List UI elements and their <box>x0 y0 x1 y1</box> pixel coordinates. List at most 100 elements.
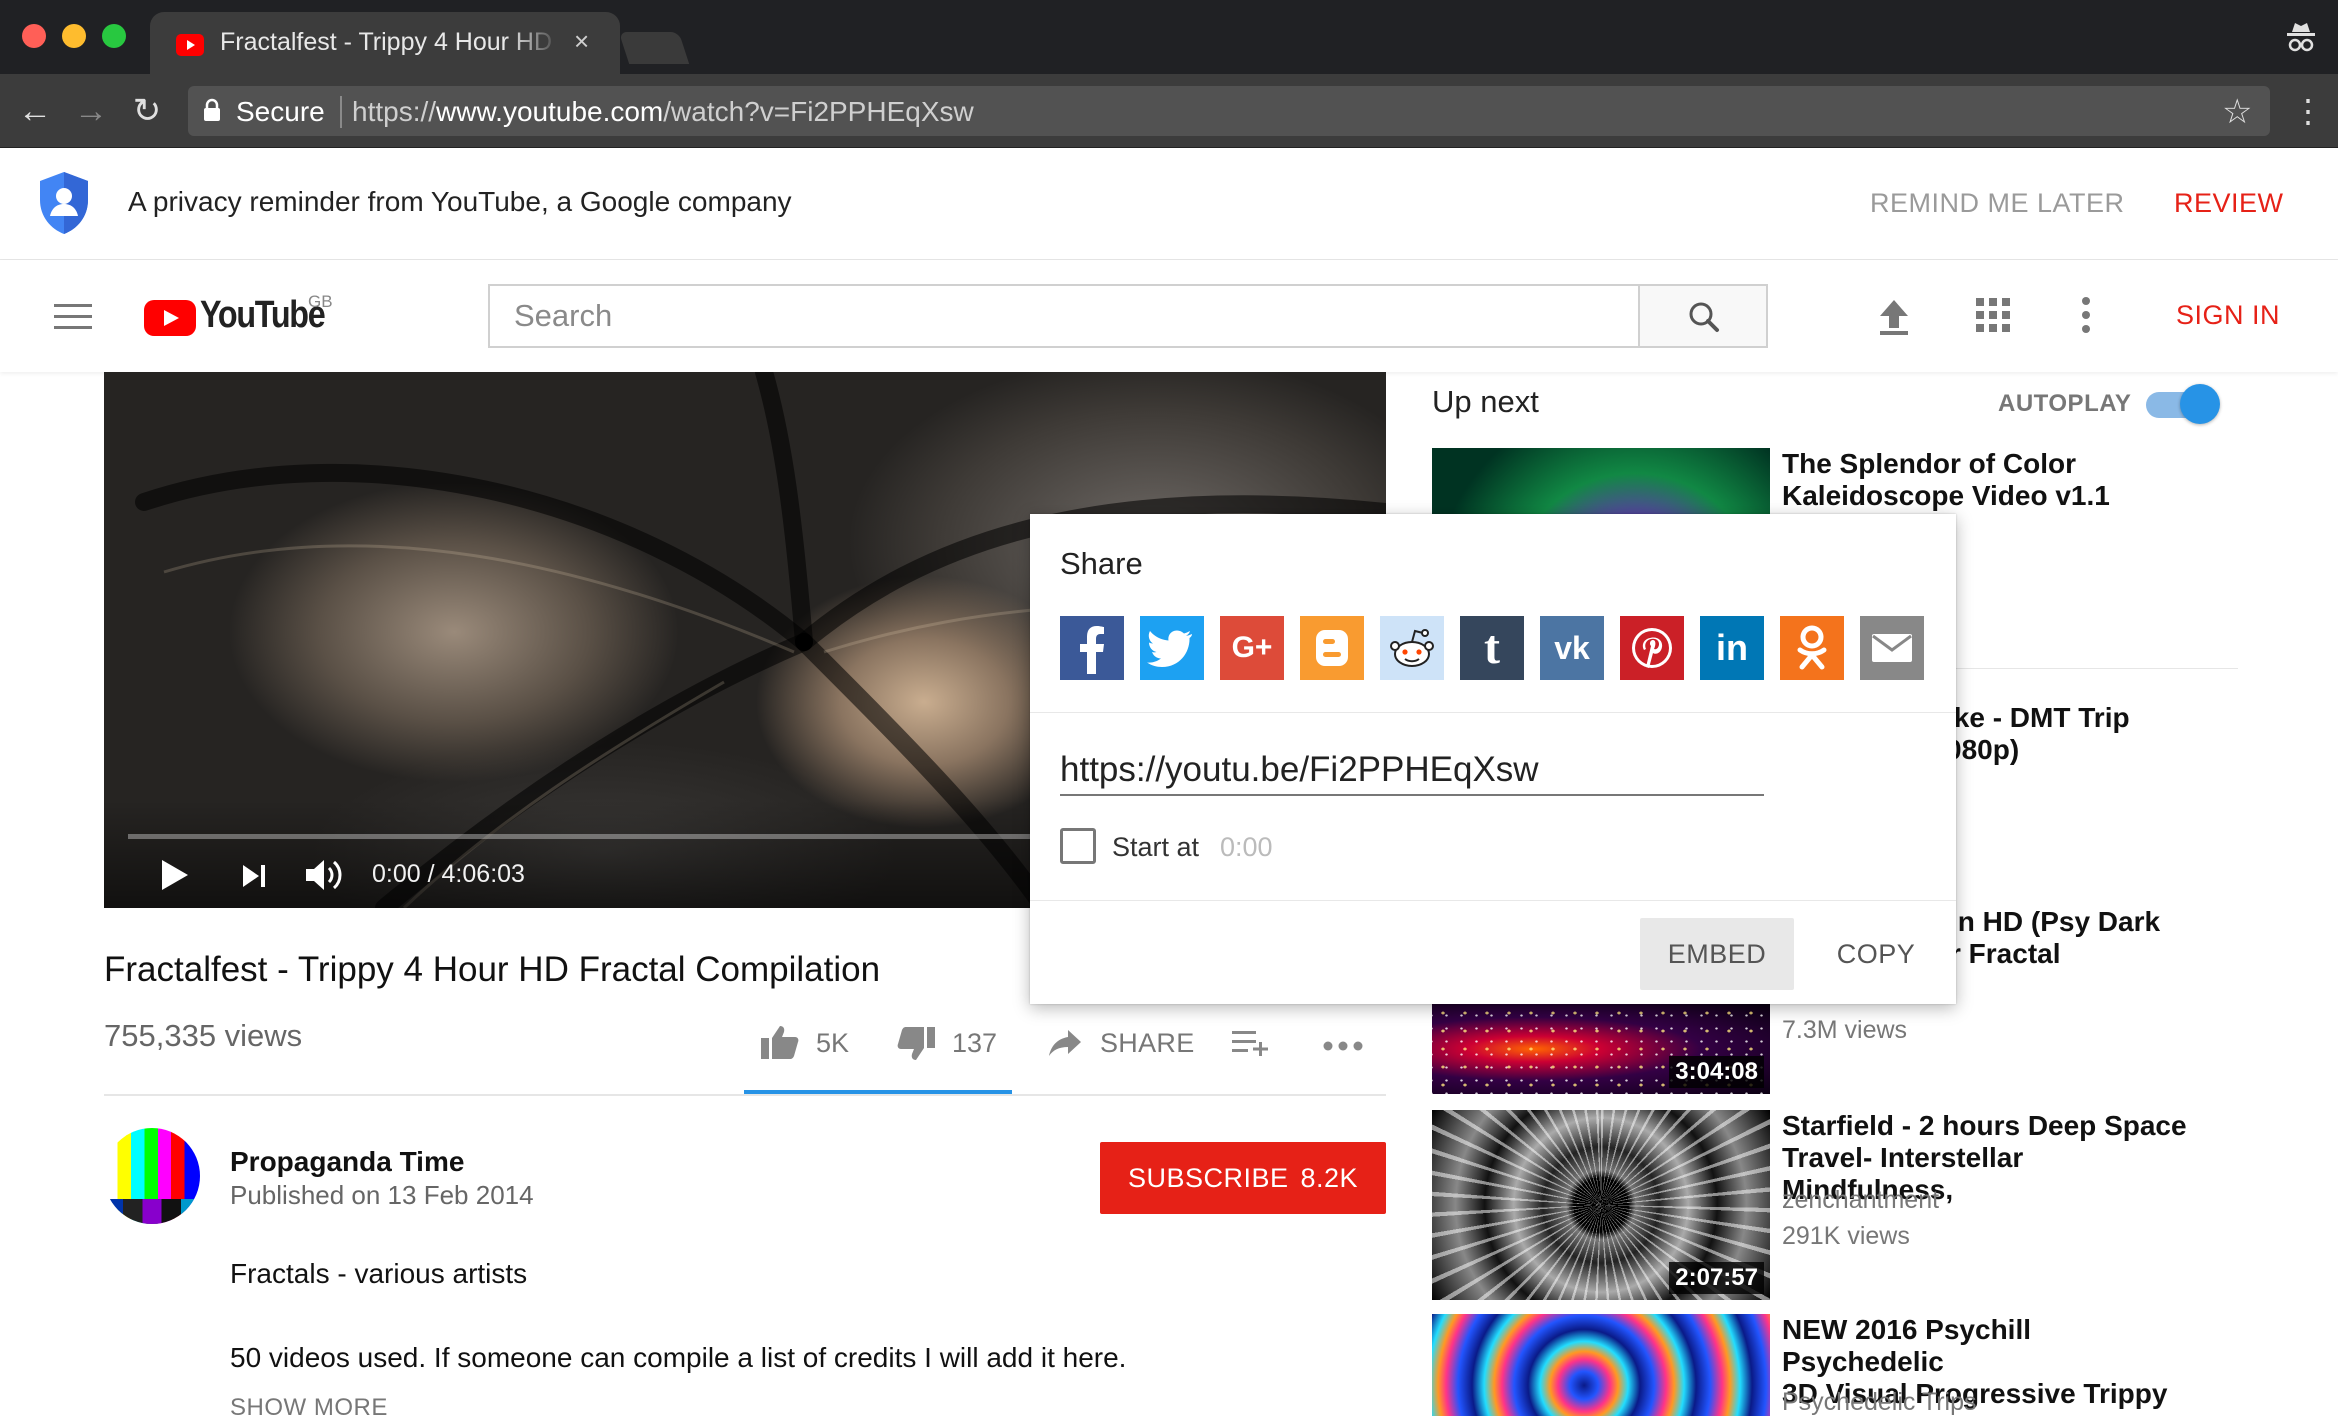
review-button[interactable]: REVIEW <box>2174 188 2284 219</box>
start-at-checkbox[interactable] <box>1060 828 1096 864</box>
autoplay-label: AUTOPLAY <box>1998 390 2132 417</box>
related-video-channel[interactable]: Psychedelic Trips <box>1782 1388 1977 1416</box>
play-icon[interactable] <box>160 858 190 892</box>
share-arrow-icon[interactable] <box>1048 1028 1082 1058</box>
address-divider <box>340 96 342 128</box>
browser-menu-icon[interactable]: ⋮ <box>2292 92 2324 130</box>
autoplay-toggle-knob[interactable] <box>2180 384 2220 424</box>
shield-icon <box>40 172 88 234</box>
incognito-icon <box>2287 23 2315 52</box>
url-scheme: https:// <box>352 96 437 127</box>
thumbs-down-icon[interactable] <box>896 1026 936 1062</box>
title-line: in HD (Psy Dark <box>1950 906 2161 937</box>
title-line: ike - DMT Trip <box>1946 702 2130 733</box>
remind-me-later-button[interactable]: REMIND ME LATER <box>1870 188 2125 219</box>
linkedin-share-button[interactable]: in <box>1700 616 1764 680</box>
forward-button[interactable]: → <box>68 88 114 134</box>
related-video-title[interactable]: ike - DMT Trip 080p) <box>1946 702 2246 766</box>
search-button[interactable] <box>1638 284 1768 348</box>
embed-button[interactable]: EMBED <box>1640 918 1794 990</box>
share-button[interactable]: SHARE <box>1100 1028 1195 1059</box>
video-thumbnail[interactable]: 3:04:08 <box>1432 1004 1770 1094</box>
url-path: /watch?v=Fi2PPHEqXsw <box>663 96 974 127</box>
share-divider <box>1030 900 1956 901</box>
video-title: Fractalfest - Trippy 4 Hour HD Fractal C… <box>104 950 881 989</box>
related-video-channel[interactable]: zenchantment <box>1782 1186 1939 1215</box>
channel-avatar[interactable] <box>104 1128 200 1224</box>
twitter-share-button[interactable] <box>1140 616 1204 680</box>
youtube-logo-text[interactable]: YouTube <box>200 294 326 337</box>
publish-date: Published on 13 Feb 2014 <box>230 1180 534 1210</box>
youtube-logo-icon[interactable] <box>144 300 196 336</box>
reddit-icon <box>1380 616 1444 680</box>
more-actions-icon[interactable] <box>1322 1040 1364 1052</box>
facebook-share-button[interactable] <box>1060 616 1124 680</box>
odnoklassniki-share-button[interactable] <box>1780 616 1844 680</box>
player-progress-bar[interactable] <box>128 834 1128 839</box>
search-icon <box>1689 302 1719 332</box>
description-line: Fractals - various artists <box>230 1258 528 1289</box>
add-to-playlist-icon[interactable] <box>1232 1028 1272 1058</box>
apps-grid-icon[interactable] <box>1976 298 2010 332</box>
email-share-button[interactable] <box>1860 616 1924 680</box>
hamburger-menu-icon[interactable] <box>54 304 92 330</box>
maximize-window-button[interactable] <box>102 24 126 48</box>
reload-button[interactable]: ↻ <box>124 88 170 134</box>
facebook-icon <box>1060 616 1124 680</box>
blogger-share-button[interactable] <box>1300 616 1364 680</box>
bookmark-star-icon[interactable]: ☆ <box>2222 92 2252 132</box>
up-next-heading: Up next <box>1432 384 1539 419</box>
region-code: GB <box>308 292 333 311</box>
video-duration: 3:04:08 <box>1669 1056 1764 1088</box>
secure-label: Secure <box>236 96 325 127</box>
start-at-time[interactable]: 0:00 <box>1220 832 1273 863</box>
vk-icon: vk <box>1554 630 1590 666</box>
description-line: 50 videos used. If someone can compile a… <box>230 1342 1127 1373</box>
like-count: 5K <box>816 1028 850 1058</box>
volume-icon[interactable] <box>304 856 344 894</box>
show-more-button[interactable]: SHOW MORE <box>230 1394 388 1416</box>
share-url-field[interactable] <box>1060 746 1764 796</box>
url-text[interactable]: https://www.youtube.com/watch?v=Fi2PPHEq… <box>352 96 974 128</box>
back-button[interactable]: ← <box>12 88 58 134</box>
title-line: Starfield - 2 hours Deep Space <box>1782 1110 2187 1141</box>
title-line: 080p) <box>1946 734 2020 765</box>
google-plus-share-button[interactable]: G+ <box>1220 616 1284 680</box>
new-tab-button[interactable] <box>618 32 690 64</box>
player-time: 0:00 / 4:06:03 <box>372 860 525 889</box>
next-video-icon[interactable] <box>240 862 268 890</box>
dislike-count: 137 <box>952 1028 998 1058</box>
pinterest-share-button[interactable] <box>1620 616 1684 680</box>
google-plus-icon: G+ <box>1231 631 1273 664</box>
share-dialog-title: Share <box>1060 546 1143 581</box>
sign-in-button[interactable]: SIGN IN <box>2176 300 2280 331</box>
blogger-icon <box>1300 616 1364 680</box>
copy-button[interactable]: COPY <box>1816 918 1936 990</box>
tumblr-icon: t <box>1484 621 1500 674</box>
subscribe-label: SUBSCRIBE <box>1127 1163 1289 1193</box>
odnoklassniki-icon <box>1780 616 1844 680</box>
time-current: 0:00 <box>372 860 421 888</box>
title-line: The Splendor of Color <box>1782 448 2076 479</box>
thumbs-up-icon[interactable] <box>760 1024 800 1060</box>
linkedin-icon: in <box>1716 627 1748 668</box>
video-thumbnail[interactable] <box>1432 1314 1770 1416</box>
tumblr-share-button[interactable]: t <box>1460 616 1524 680</box>
related-video-title[interactable]: in HD (Psy Dark r Fractal <box>1950 906 2250 970</box>
email-icon <box>1860 616 1924 680</box>
related-video-views: 7.3M views <box>1782 1016 1908 1044</box>
upload-icon[interactable] <box>1876 296 1912 336</box>
more-vert-icon[interactable] <box>2080 296 2092 334</box>
subscriber-count: 8.2K <box>1300 1163 1359 1193</box>
minimize-window-button[interactable] <box>62 24 86 48</box>
close-window-button[interactable] <box>22 24 46 48</box>
search-input[interactable] <box>490 286 1640 346</box>
channel-name[interactable]: Propaganda Time <box>230 1146 464 1178</box>
privacy-message: A privacy reminder from YouTube, a Googl… <box>128 186 792 217</box>
title-line: NEW 2016 Psychill Psychedelic <box>1782 1314 2032 1377</box>
vk-share-button[interactable]: vk <box>1540 616 1604 680</box>
tab-close-icon[interactable]: × <box>574 26 589 57</box>
subscribe-button[interactable]: SUBSCRIBE 8.2K <box>1100 1142 1386 1214</box>
reddit-share-button[interactable] <box>1380 616 1444 680</box>
video-thumbnail[interactable]: 2:07:57 <box>1432 1110 1770 1300</box>
